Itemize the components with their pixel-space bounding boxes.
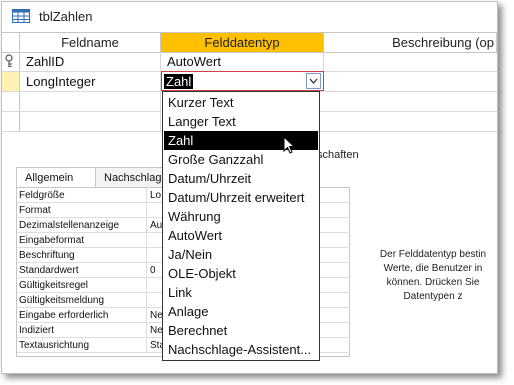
property-name: Eingabe erforderlich — [19, 308, 147, 323]
field-name-cell[interactable]: LongInteger — [20, 72, 161, 91]
property-name: Gültigkeitsregel — [19, 278, 147, 293]
description-cell[interactable] — [324, 52, 497, 71]
title-bar: tblZahlen — [2, 2, 497, 30]
dropdown-option[interactable]: Anlage — [164, 302, 318, 321]
property-value[interactable]: 0 — [150, 263, 156, 278]
column-header-field-name[interactable]: Feldname — [20, 33, 161, 52]
table-icon — [12, 9, 30, 23]
property-name: Beschriftung — [19, 248, 147, 263]
property-value[interactable]: Ne — [150, 308, 163, 323]
property-value[interactable]: Au — [150, 218, 162, 233]
column-header-description[interactable]: Beschreibung (op — [324, 33, 497, 52]
property-name: Dezimalstellenanzeige — [19, 218, 147, 233]
design-grid-header: Feldname Felddatentyp Beschreibung (op — [2, 32, 497, 53]
help-line: können. Drücken Sie — [386, 277, 480, 288]
help-line: Datentypen z — [403, 291, 463, 302]
field-type-combobox-value: Zahl — [164, 74, 194, 89]
row-selector[interactable] — [2, 52, 20, 71]
dropdown-option[interactable]: Datum/Uhrzeit — [164, 169, 318, 188]
field-properties-label: schaften — [317, 149, 359, 161]
field-name-cell[interactable] — [20, 92, 161, 111]
field-type-cell[interactable]: AutoWert — [161, 52, 324, 71]
field-name-cell[interactable] — [20, 112, 161, 131]
table-row[interactable]: ZahlID AutoWert — [2, 52, 497, 72]
property-name: Eingabeformat — [19, 233, 147, 248]
row-selector-header — [2, 33, 20, 52]
dropdown-option[interactable]: Währung — [164, 207, 318, 226]
dropdown-option[interactable]: Berechnet — [164, 321, 318, 340]
property-name: Indiziert — [19, 323, 147, 338]
table-design-window: tblZahlen Feldname Felddatentyp Beschrei… — [1, 1, 498, 374]
dropdown-option[interactable]: Datum/Uhrzeit erweitert — [164, 188, 318, 207]
chevron-down-icon — [309, 78, 318, 84]
field-type-combobox[interactable]: Zahl — [161, 71, 324, 91]
help-line: Werte, die Benutzer in — [383, 263, 483, 274]
primary-key-icon — [5, 54, 13, 68]
property-name: Format — [19, 203, 147, 218]
dropdown-option[interactable]: OLE-Objekt — [164, 264, 318, 283]
help-text: Der Felddatentyp bestin Werte, die Benut… — [372, 248, 494, 304]
combobox-dropdown-button[interactable] — [306, 73, 321, 89]
field-type-dropdown-list[interactable]: Kurzer Text Langer Text Zahl Große Ganzz… — [162, 91, 320, 361]
mouse-pointer-icon — [283, 136, 296, 154]
dropdown-option[interactable]: Langer Text — [164, 112, 318, 131]
window-title: tblZahlen — [39, 9, 93, 24]
help-line: Der Felddatentyp bestin — [379, 249, 487, 260]
field-name-cell[interactable]: ZahlID — [20, 52, 161, 71]
dropdown-option[interactable]: Ja/Nein — [164, 245, 318, 264]
property-value[interactable]: Ne — [150, 323, 163, 338]
row-selector[interactable] — [2, 112, 20, 131]
row-selector[interactable] — [2, 92, 20, 111]
property-value[interactable]: Lo — [150, 188, 161, 203]
column-header-field-type[interactable]: Felddatentyp — [161, 33, 324, 52]
tab-general[interactable]: Allgemein — [16, 167, 96, 187]
property-name: Feldgröße — [19, 188, 147, 203]
dropdown-option[interactable]: Kurzer Text — [164, 93, 318, 112]
dropdown-option[interactable]: AutoWert — [164, 226, 318, 245]
row-selector-current[interactable] — [2, 72, 20, 91]
property-name: Gültigkeitsmeldung — [19, 293, 147, 308]
property-name: Textausrichtung — [19, 338, 147, 353]
description-cell[interactable] — [324, 72, 497, 91]
dropdown-option[interactable]: Link — [164, 283, 318, 302]
dropdown-option[interactable]: Nachschlage-Assistent... — [164, 340, 318, 359]
property-name: Standardwert — [19, 263, 147, 278]
